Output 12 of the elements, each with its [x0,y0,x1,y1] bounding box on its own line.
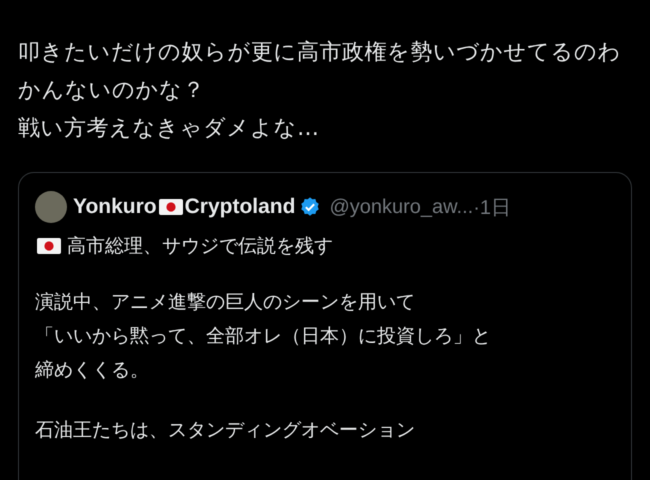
author-name[interactable]: Yonkuro [73,195,157,219]
flag-icon [37,238,61,254]
quoted-paragraph: 石油王たちは、スタンディングオベーション [35,418,416,443]
post-time: ·1日 [473,196,511,220]
quoted-paragraph: 演説中、アニメ進撃の巨人のシーンを用いて 「いいから黙って、全部オレ（日本）に投資しろ」と 締めくくる。 [35,290,492,383]
avatar[interactable] [35,191,67,223]
author-name[interactable]: Cryptoland [184,195,296,219]
quoted-post-card[interactable]: Yonkuro Cryptoland @yonkuro_aw...·1日 高市総理、サウジで伝説を残す 演説中、アニメ進撃の巨人のシーンを用いて 「いいから黙って、全部オレ（日本）に投資しろ」と 締めくくる。 石油王たちは、スタンディングオベーション [18,172,632,480]
author-handle: @yonkuro_aw... [329,196,474,218]
flag-icon [158,199,183,215]
post-text: 叩きたいだけの奴らが更に高市政権を勢いづかせてるのわかんないのかな？ 戦い方考えなきゃダメよな… [18,39,622,143]
quoted-headline: 高市総理、サウジで伝説を残す [67,234,333,259]
